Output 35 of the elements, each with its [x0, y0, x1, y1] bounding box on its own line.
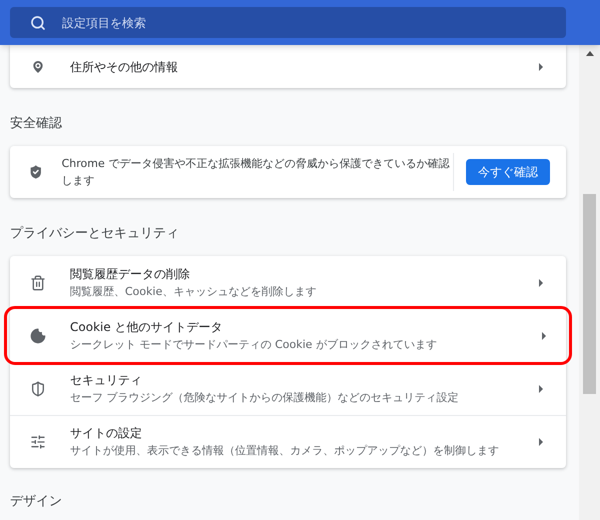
arrow-right-icon: [538, 437, 544, 447]
search-field[interactable]: 設定項目を検索: [62, 14, 546, 32]
scrollbar[interactable]: [579, 45, 600, 520]
row-title: セキュリティ: [70, 372, 143, 388]
section-heading: プライバシーとセキュリティ: [10, 224, 180, 242]
highlighted-settings-row[interactable]: Cookie と他のサイトデータ シークレット モードでサードパーティの Cookie がブロックされています: [7, 309, 569, 362]
safety-check-description: Chrome でデータ侵害や不正な拡張機能などの脅威から保護できているか確認します: [62, 156, 450, 188]
row-subtitle: サイトが使用、表示できる情報（位置情報、カメラ、ポップアップなど）を制御します: [70, 443, 500, 459]
sliders-icon: [30, 434, 46, 450]
scrollbar-thumb[interactable]: [583, 194, 596, 394]
section-heading: デザイン: [10, 493, 63, 511]
row-title: Cookie と他のサイトデータ: [70, 318, 224, 336]
cookie-icon: [30, 328, 46, 344]
row-title: 閲覧履歴データの削除: [70, 266, 191, 282]
trash-icon: [30, 274, 46, 290]
arrow-right-icon: [538, 384, 544, 394]
shield-icon: [30, 380, 46, 396]
row-subtitle: 閲覧履歴、Cookie、キャッシュなどを削除します: [70, 284, 318, 300]
arrow-right-icon: [541, 330, 547, 340]
search-icon: [30, 14, 46, 30]
arrow-right-icon: [538, 62, 544, 72]
settings-row[interactable]: サイトの設定 サイトが使用、表示できる情報（位置情報、カメラ、ポップアップなど）を制御します: [10, 415, 566, 468]
scroll-up-icon[interactable]: [586, 51, 594, 56]
section-heading: 安全確認: [10, 115, 63, 133]
row-title: 住所やその他の情報: [70, 58, 179, 76]
row-subtitle: セーフ ブラウジング（危険なサイトからの保護機能）などのセキュリティ設定: [70, 390, 460, 406]
row-title: サイトの設定: [70, 425, 143, 442]
row-subtitle: シークレット モードでサードパーティの Cookie がブロックされています: [70, 336, 438, 352]
check-now-button[interactable]: 今すぐ確認: [466, 158, 550, 184]
settings-row[interactable]: 閲覧履歴データの削除 閲覧履歴、Cookie、キャッシュなどを削除します: [10, 256, 566, 309]
settings-row[interactable]: セキュリティ セーフ ブラウジング（危険なサイトからの保護機能）などのセキュリティ設定: [10, 362, 566, 415]
settings-row[interactable]: 住所やその他の情報: [10, 45, 566, 88]
arrow-right-icon: [538, 278, 544, 288]
search-bar[interactable]: 設定項目を検索: [10, 7, 566, 38]
location-pin-icon: [30, 58, 46, 74]
